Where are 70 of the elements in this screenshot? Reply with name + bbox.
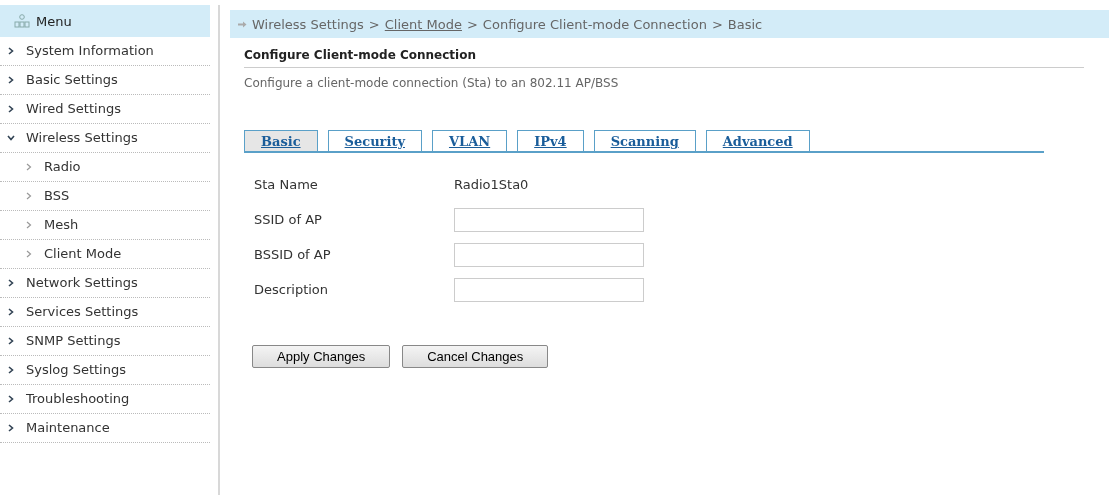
tab[interactable]: VLAN	[431, 130, 508, 151]
menu-item[interactable]: Maintenance	[0, 414, 210, 443]
menu-item-label: Syslog Settings	[26, 361, 126, 379]
chevron-icon	[8, 105, 14, 113]
submenu-item-label: Client Mode	[44, 245, 122, 263]
menu-item-label: Wireless Settings	[26, 129, 138, 147]
users-icon	[14, 14, 30, 28]
menu-item[interactable]: Network Settings	[0, 269, 210, 298]
chevron-icon	[26, 221, 32, 229]
chevron-icon	[26, 250, 32, 258]
submenu-item-label: Radio	[44, 158, 81, 176]
menu-item-label: Maintenance	[26, 419, 110, 437]
arrow-icon	[238, 20, 247, 28]
breadcrumb-text: >	[711, 16, 723, 32]
field-label: Description	[254, 282, 330, 297]
submenu-item[interactable]: Mesh	[0, 211, 210, 240]
chevron-icon	[7, 135, 15, 141]
menu-item-label: Basic Settings	[26, 71, 118, 89]
menu-item-label: SNMP Settings	[26, 332, 121, 350]
action-button[interactable]: Apply Changes	[252, 345, 391, 368]
field-label: SSID of AP	[254, 212, 323, 227]
tab[interactable]: Security	[327, 130, 422, 151]
menu-item-label: Network Settings	[26, 274, 138, 292]
submenu-item-label: BSS	[44, 187, 70, 205]
menu-item-label: Troubleshooting	[26, 390, 130, 408]
field-label: BSSID of AP	[254, 247, 332, 262]
menu-item-label: Services Settings	[26, 303, 139, 321]
menu-item[interactable]: System Information	[0, 37, 210, 66]
input-field[interactable]	[454, 277, 644, 302]
field-value: Radio1Sta0	[454, 177, 529, 192]
tab[interactable]: IPv4	[517, 130, 584, 151]
field-label: Sta Name	[254, 177, 319, 192]
chevron-icon	[8, 366, 14, 374]
breadcrumb-text: >	[466, 16, 478, 32]
menu-item[interactable]: Wireless Settings	[0, 124, 210, 153]
submenu-item[interactable]: BSS	[0, 182, 210, 211]
menu-title: Menu	[36, 13, 72, 29]
submenu-item[interactable]: Client Mode	[0, 240, 210, 269]
input-field[interactable]	[454, 207, 644, 232]
submenu-item[interactable]: Radio	[0, 153, 210, 182]
breadcrumb-link[interactable]: Client Mode	[384, 16, 462, 32]
chevron-icon	[8, 47, 14, 55]
menu-item-label: Wired Settings	[26, 100, 121, 118]
chevron-icon	[8, 424, 14, 432]
chevron-icon	[8, 76, 14, 84]
menu-item[interactable]: Troubleshooting	[0, 385, 210, 414]
tab[interactable]: Basic	[244, 130, 318, 151]
chevron-icon	[8, 337, 14, 345]
chevron-icon	[26, 192, 32, 200]
menu-item[interactable]: SNMP Settings	[0, 327, 210, 356]
menu-item[interactable]: Wired Settings	[0, 95, 210, 124]
chevron-icon	[26, 163, 32, 171]
menu-item[interactable]: Syslog Settings	[0, 356, 210, 385]
breadcrumb-text: Basic	[727, 16, 763, 32]
input-field[interactable]	[454, 242, 644, 267]
breadcrumb-text: Configure Client-mode Connection	[482, 16, 707, 32]
menu-item-label: System Information	[26, 42, 154, 60]
page-description: Configure a client-mode connection (Sta) to an 802.11 AP/BSS	[244, 76, 620, 90]
tab[interactable]: Scanning	[593, 130, 696, 151]
chevron-icon	[8, 395, 14, 403]
page-title: Configure Client-mode Connection	[244, 48, 1084, 68]
submenu-item-label: Mesh	[44, 216, 79, 234]
breadcrumb-text: Wireless Settings	[252, 16, 364, 32]
menu-item[interactable]: Services Settings	[0, 298, 210, 327]
menu-item[interactable]: Basic Settings	[0, 66, 210, 95]
chevron-icon	[8, 308, 14, 316]
chevron-icon	[8, 279, 14, 287]
tab[interactable]: Advanced	[705, 130, 810, 151]
breadcrumb-text: >	[368, 16, 380, 32]
action-button[interactable]: Cancel Changes	[402, 345, 549, 368]
